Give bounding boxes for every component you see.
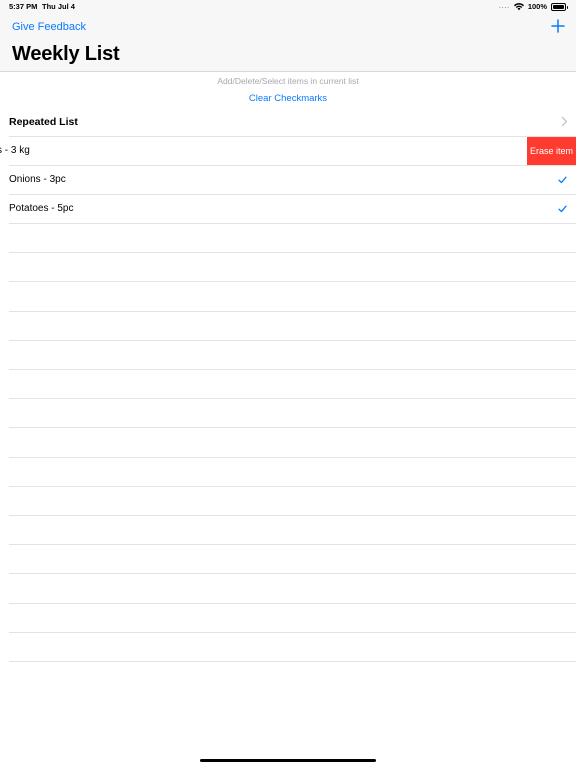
give-feedback-button[interactable]: Give Feedback bbox=[12, 21, 86, 33]
row-divider bbox=[9, 252, 576, 253]
row-label: Repeated List bbox=[9, 116, 78, 128]
signal-dots: .... bbox=[499, 3, 510, 10]
row-divider bbox=[9, 573, 576, 574]
row-divider bbox=[9, 515, 576, 516]
row-divider bbox=[9, 427, 576, 428]
row-divider bbox=[9, 486, 576, 487]
row-divider bbox=[9, 632, 576, 633]
repeated-list-row[interactable]: Repeated List bbox=[0, 108, 576, 137]
row-divider bbox=[9, 544, 576, 545]
row-label: Potatoes - 5pc bbox=[9, 203, 74, 214]
list-item[interactable]: Onions - 3pc bbox=[0, 166, 576, 195]
checkmark-icon bbox=[558, 205, 567, 213]
navigation-bar: Give Feedback Weekly List bbox=[0, 14, 576, 72]
row-divider bbox=[9, 603, 576, 604]
chevron-right-icon bbox=[561, 116, 568, 127]
checkmark-icon bbox=[558, 176, 567, 184]
row-divider bbox=[9, 223, 576, 224]
status-date: Thu Jul 4 bbox=[42, 2, 75, 11]
hint-text: Add/Delete/Select items in current list bbox=[217, 76, 359, 86]
plus-icon[interactable] bbox=[550, 18, 566, 34]
battery-percent: 100% bbox=[527, 2, 547, 11]
list-item-swiped[interactable]: s - 3 kg Erase item bbox=[0, 137, 576, 166]
row-divider bbox=[9, 311, 576, 312]
row-divider bbox=[9, 281, 576, 282]
wifi-icon bbox=[513, 2, 524, 10]
status-bar: 5:37 PM Thu Jul 4 .... 100% bbox=[0, 0, 576, 14]
list-item[interactable]: Potatoes - 5pc bbox=[0, 195, 576, 224]
clear-checkmarks-button[interactable]: Clear Checkmarks bbox=[249, 93, 327, 104]
clear-checkmarks-row: Clear Checkmarks bbox=[0, 93, 576, 104]
erase-item-button[interactable]: Erase item bbox=[527, 137, 576, 165]
battery-icon bbox=[551, 2, 568, 11]
status-indicators: .... 100% bbox=[499, 2, 568, 11]
row-divider bbox=[9, 661, 576, 662]
row-label: s - 3 kg bbox=[0, 145, 30, 156]
home-indicator bbox=[200, 759, 376, 762]
row-divider bbox=[9, 457, 576, 458]
row-label: Onions - 3pc bbox=[9, 174, 66, 185]
row-divider bbox=[9, 369, 576, 370]
row-divider bbox=[9, 398, 576, 399]
row-divider bbox=[9, 340, 576, 341]
page-title: Weekly List bbox=[12, 43, 120, 65]
status-time: 5:37 PM bbox=[9, 2, 38, 11]
